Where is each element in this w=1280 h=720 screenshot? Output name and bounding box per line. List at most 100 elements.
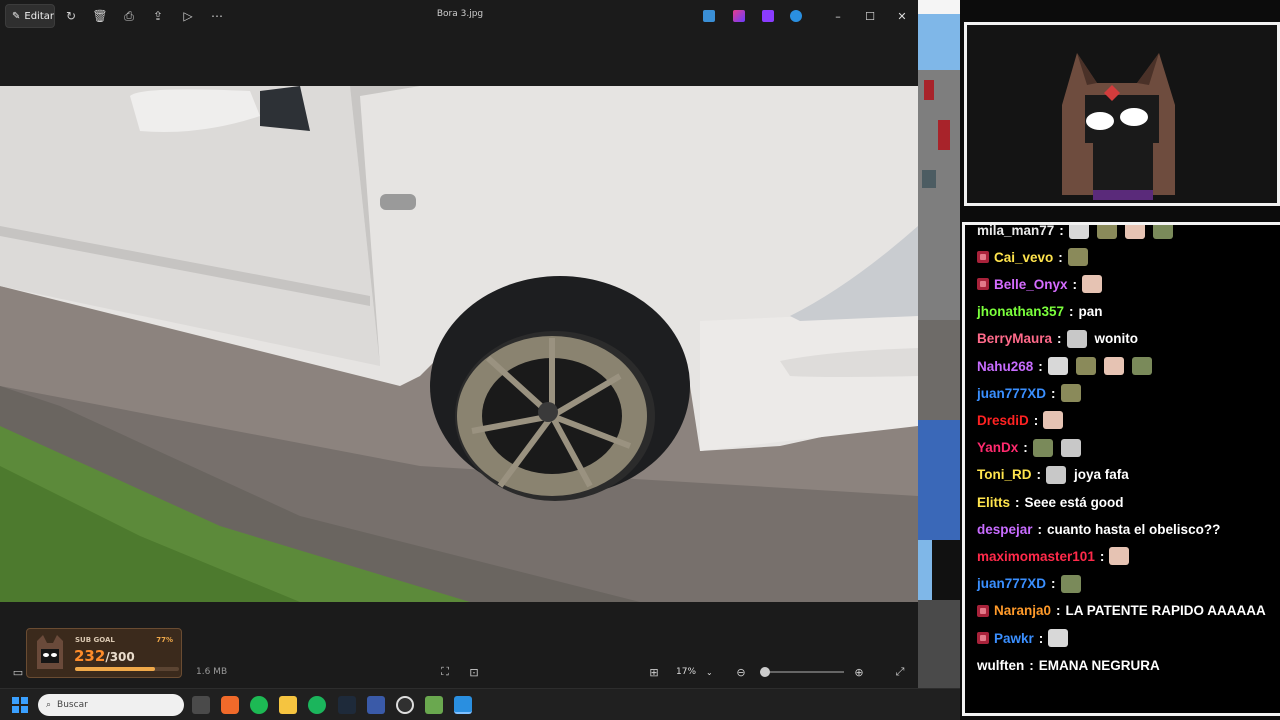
pencil-icon: ✎ [12,10,21,22]
chat-message: juan777XD: [977,382,1089,404]
brave-browser-icon[interactable] [221,696,239,714]
chat-username[interactable]: jhonathan357 [977,304,1064,319]
chat-separator: : [1057,331,1062,347]
sub-goal-progress-fill [75,667,156,671]
chat-username[interactable]: wulften [977,658,1024,673]
chat-username[interactable]: Nahu268 [977,359,1033,374]
minecraft-icon[interactable] [425,696,443,714]
chat-username[interactable]: juan777XD [977,576,1046,591]
chat-message: wulften: EMANA NEGRURA [977,654,1160,676]
zoom-slider-thumb[interactable] [760,667,770,677]
task-view-icon[interactable] [192,696,210,714]
sub-goal-progress-bar [75,667,179,671]
close-icon[interactable]: ✕ [894,8,910,24]
chat-emote-icon [1068,225,1089,239]
chat-emote-icon [1109,547,1130,566]
chat-username[interactable]: BerryMaura [977,331,1052,346]
spotify-icon[interactable] [250,696,268,714]
photos-app-icon[interactable] [454,696,472,714]
file-explorer-icon[interactable] [279,696,297,714]
chat-username[interactable]: DresdiD [977,413,1029,428]
zoom-select[interactable]: 17% ⌄ [670,663,726,681]
streamer-avatar-icon [37,635,63,669]
chat-message-text: pan [1078,304,1103,320]
chat-username[interactable]: Elitts [977,495,1010,510]
chat-separator: : [1051,576,1056,592]
more-icon[interactable]: ⋯ [209,8,225,24]
chat-separator: : [1069,304,1074,320]
chat-separator: : [1051,385,1056,401]
sub-goal-total: /300 [105,650,135,664]
zoom-value: 17% [676,667,697,677]
chat-username[interactable]: Naranja0 [994,603,1051,618]
rotate-icon[interactable]: ↻ [63,8,79,24]
edit-button[interactable]: ✎ Editar [5,4,55,28]
taskbar-search[interactable]: ⌕ Buscar [38,694,184,716]
chat-emote-icon [1082,275,1103,294]
sub-goal-current: 232 [74,647,106,665]
chat-emote-icon [1046,465,1066,484]
designer-icon[interactable] [703,10,715,22]
delete-icon[interactable]: 🗑 [92,8,108,24]
chat-emote-icon [1066,329,1087,348]
chat-separator: : [1038,630,1044,646]
chat-username[interactable]: maximomaster101 [977,549,1095,564]
webcam-frame [964,22,1280,206]
chat-message: Pawkr: [977,627,1076,649]
vtuber-avatar-icon [1062,53,1175,200]
chat-separator: : [1072,276,1078,292]
app-icon[interactable] [308,696,326,714]
car-photo [0,86,918,602]
chat-message: Elitts: Seee está good [977,491,1124,513]
chat-username[interactable]: YanDx [977,440,1018,455]
video-editor-icon[interactable] [762,10,774,22]
chat-username[interactable]: juan777XD [977,386,1046,401]
slideshow-icon[interactable]: ▷ [180,8,196,24]
chat-message-text: Seee está good [1024,494,1124,510]
chat-separator: : [1036,467,1042,483]
windows-start-icon[interactable] [12,697,28,713]
chat-emote-icon [1048,629,1069,647]
zoom-slider[interactable] [760,667,844,677]
chat-separator: : [1056,603,1061,619]
chat-emote-icon [1124,225,1145,239]
audio-mixer-icon[interactable] [338,696,356,714]
chat-message: despejar: cuanto hasta el obelisco?? [977,518,1220,540]
chat-message-text: LA PATENTE RAPIDO AAAAAA [1065,603,1266,619]
chat-username[interactable]: mila_man77 [977,225,1054,238]
actual-size-icon[interactable]: ⊡ [466,664,482,680]
chat-username[interactable]: Belle_Onyx [994,277,1068,292]
search-placeholder: Buscar [57,700,88,710]
zoom-in-icon[interactable]: ⊕ [851,664,867,680]
clipchamp-icon[interactable] [733,10,745,22]
onedrive-icon[interactable] [790,10,802,22]
maximize-icon[interactable]: ☐ [862,8,878,24]
print-icon[interactable]: ⎙ [121,8,137,24]
launcher-icon[interactable] [367,696,385,714]
zoom-out-icon[interactable]: ⊖ [733,664,749,680]
crop-icon[interactable]: ⊞ [646,664,662,680]
chat-emote-icon [1152,225,1173,239]
filmstrip-icon[interactable]: ▭ [10,664,26,680]
chat-message: Naranja0: LA PATENTE RAPIDO AAAAAA [977,600,1266,622]
chat-username[interactable]: Pawkr [994,631,1034,646]
chat-username[interactable]: Cai_vevo [994,250,1053,265]
photo-viewer-window: ✎ Editar ↻ 🗑 ⎙ ⇪ ▷ ⋯ Bora 3.jpg – ☐ ✕ ▭ … [0,0,918,688]
chat-message: Cai_vevo: [977,246,1096,268]
chat-username[interactable]: despejar [977,522,1033,537]
chat-emote-icon [1103,357,1124,375]
chat-message-text: joya fafa [1074,467,1129,483]
fullscreen-icon[interactable]: ⤢ [892,664,908,680]
fit-screen-icon[interactable]: ⛶ [437,664,453,680]
sub-goal-count: 232/300 [74,647,135,665]
obs-icon[interactable] [396,696,414,714]
taskbar: ⌕ Buscar [0,688,960,720]
minimize-icon[interactable]: – [830,8,846,24]
chat-separator: : [1099,548,1105,564]
chat-separator: : [1029,657,1034,673]
chat-emote-icon [1047,357,1068,375]
chat-separator: : [1037,521,1043,537]
chat-username[interactable]: Toni_RD [977,467,1032,482]
share-icon[interactable]: ⇪ [150,8,166,24]
chat-emote-icon [1060,384,1081,403]
